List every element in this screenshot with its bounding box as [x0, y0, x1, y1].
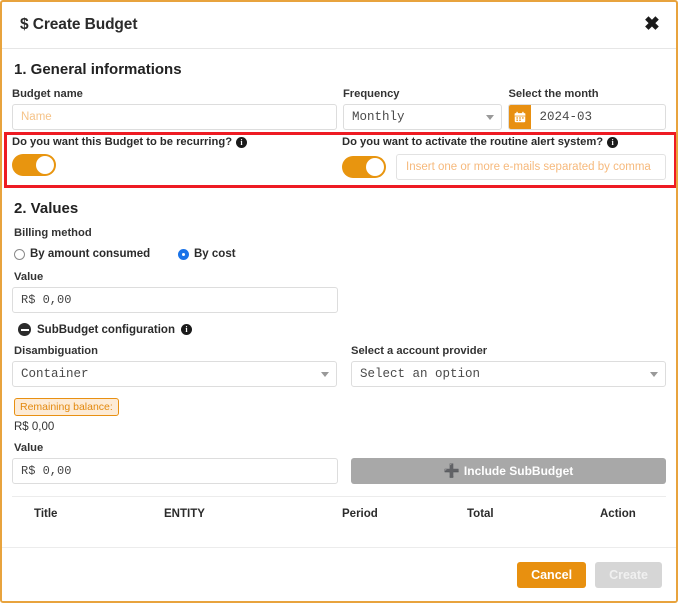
remaining-balance-group: Remaining balance: R$ 0,00 [12, 397, 666, 433]
radio-label-by-cost: By cost [194, 248, 236, 260]
disambiguation-group: Disambiguation Container [12, 345, 337, 387]
recurring-question: Do you want this Budget to be recurring?… [12, 136, 342, 148]
column-header-total: Total [467, 508, 494, 520]
create-budget-modal: $ Create Budget ✖ 1. General information… [0, 0, 678, 603]
radio-icon-checked [178, 248, 189, 260]
chevron-down-icon [486, 115, 495, 120]
budget-name-input[interactable] [12, 104, 337, 130]
column-header-period: Period [342, 508, 378, 520]
disambiguation-select[interactable]: Container [12, 361, 337, 387]
include-subbudget-button[interactable]: ➕ Include SubBudget [351, 458, 666, 484]
alert-system-toggle[interactable] [342, 156, 386, 178]
alert-emails-input[interactable] [396, 154, 666, 180]
subvalue-group: Value ➕ Include SubBudget [12, 442, 666, 484]
chevron-down-icon [320, 372, 329, 377]
radio-label-by-amount-consumed: By amount consumed [30, 248, 151, 260]
modal-title-text: Create Budget [32, 16, 138, 33]
account-provider-selected-value: Select an option [359, 367, 481, 381]
alert-system-controls [342, 148, 666, 180]
month-label: Select the month [508, 88, 599, 100]
frequency-group: Frequency Monthly [342, 88, 503, 130]
info-icon[interactable]: i [607, 136, 619, 148]
billing-method-label: Billing method [14, 227, 92, 239]
subvalue-input[interactable] [12, 458, 338, 484]
subbudget-configuration-header[interactable]: SubBudget configuration i [18, 323, 666, 336]
column-header-entity: ENTITY [164, 508, 205, 520]
modal-header: $ Create Budget ✖ [2, 2, 676, 49]
remaining-balance-badge: Remaining balance: [14, 398, 119, 416]
alert-system-question-text: Do you want to activate the routine aler… [342, 136, 604, 148]
account-provider-group: Select a account provider Select an opti… [350, 345, 666, 387]
frequency-select[interactable]: Monthly [342, 104, 503, 130]
plus-icon: ➕ [443, 463, 460, 478]
chevron-down-icon [650, 372, 658, 377]
frequency-selected-value: Monthly [351, 110, 405, 124]
value-group: Value [12, 271, 338, 313]
info-icon[interactable]: i [180, 324, 192, 335]
recurring-question-text: Do you want this Budget to be recurring? [12, 136, 233, 148]
radio-by-amount-consumed[interactable]: By amount consumed [14, 248, 176, 260]
radio-icon-unchecked [14, 248, 25, 260]
value-label: Value [14, 271, 44, 283]
section-general-title: 1. General informations [14, 61, 182, 78]
account-provider-select[interactable]: Select an option [350, 361, 666, 387]
alert-system-group: Do you want to activate the routine aler… [342, 136, 666, 180]
budget-name-group: Budget name [12, 88, 337, 130]
toggles-inner: Do you want this Budget to be recurring?… [12, 136, 666, 180]
month-picker[interactable]: 2024-03 [508, 104, 666, 130]
column-header-title: Title [34, 508, 58, 520]
modal-footer: Cancel Create [2, 547, 676, 601]
cancel-button[interactable]: Cancel [517, 561, 587, 588]
billing-method-options: By amount consumed By cost [12, 243, 666, 260]
subbudget-table-header: Title ENTITY Period Total Action [12, 496, 666, 520]
remaining-balance-value: R$ 0,00 [14, 421, 55, 433]
budget-name-label: Budget name [12, 88, 83, 100]
currency-icon: $ [20, 16, 29, 33]
subbudget-selects-row: Disambiguation Container Select a accoun… [12, 345, 666, 387]
minus-circle-icon[interactable] [18, 323, 31, 336]
toggle-knob [36, 156, 54, 174]
recurring-group: Do you want this Budget to be recurring?… [12, 136, 342, 180]
month-group: Select the month 2024-03 [508, 88, 666, 130]
section-values-title: 2. Values [14, 200, 79, 217]
account-provider-label: Select a account provider [350, 345, 488, 357]
alert-system-question: Do you want to activate the routine aler… [342, 136, 666, 148]
column-header-action: Action [600, 508, 636, 520]
subvalue-row: ➕ Include SubBudget [12, 458, 666, 484]
toggle-knob [366, 158, 384, 176]
frequency-label: Frequency [342, 88, 400, 100]
page-title: $ Create Budget [20, 16, 137, 34]
general-fields-row: Budget name Frequency Monthly Select the… [12, 88, 666, 130]
recurring-toggle[interactable] [12, 154, 56, 176]
subbudget-configuration-label: SubBudget configuration [37, 323, 175, 336]
include-subbudget-label: Include SubBudget [463, 464, 574, 478]
calendar-icon[interactable] [509, 105, 532, 129]
modal-body: 1. General informations Budget name Freq… [2, 61, 676, 520]
create-button[interactable]: Create [595, 561, 662, 588]
radio-by-cost[interactable]: By cost [178, 248, 236, 260]
month-value: 2024-03 [539, 110, 592, 124]
close-icon[interactable]: ✖ [640, 13, 664, 37]
disambiguation-selected-value: Container [21, 367, 89, 381]
value-input[interactable] [12, 287, 338, 313]
subvalue-label: Value [14, 442, 44, 454]
toggles-row: Do you want this Budget to be recurring?… [2, 136, 676, 186]
info-icon[interactable]: i [236, 136, 248, 148]
disambiguation-label: Disambiguation [14, 345, 98, 357]
